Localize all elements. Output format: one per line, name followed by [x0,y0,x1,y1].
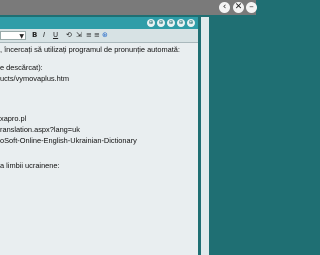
side-divider [201,17,209,255]
insert-icon[interactable]: ⊛ [102,31,108,40]
underline-button[interactable]: U [53,31,58,40]
back-icon[interactable]: ‹ [219,2,230,13]
header-icon-1[interactable]: ⊕ [147,19,155,27]
text-line: ucts/vymovaplus.htm [0,74,70,83]
text-line: a limbii ucrainene: [0,161,60,170]
top-bar: ‹ ✕ – [0,0,257,15]
text-line: oSoft-Online-English-Ukrainian-Dictionar… [0,136,137,145]
close-icon[interactable]: ✕ [233,2,244,13]
header-icon-3[interactable]: ⊕ [167,19,175,27]
chevron-down-icon: ▼ [19,33,24,40]
panel-header: ⊕ ⊕ ⊕ ⊕ ⊕ [0,17,198,29]
text-line: ranslation.aspx?lang=uk [0,125,80,134]
font-select[interactable]: ▼ [0,31,26,40]
header-icon-4[interactable]: ⊕ [177,19,185,27]
link-icon[interactable]: ⟲ [66,31,72,40]
minimize-icon[interactable]: – [246,2,257,13]
bold-button[interactable]: B [32,31,37,40]
editor-content[interactable]: , încercați să utilizați programul de pr… [0,43,198,255]
format-toolbar: ▼ B I U ⟲ ⇲ ≡ ≡ ⊛ [0,29,198,43]
align-icon[interactable]: ≡ [94,31,100,40]
text-line: , încercați să utilizați programul de pr… [0,45,180,54]
list-icon[interactable]: ≡ [86,31,92,40]
header-icon-2[interactable]: ⊕ [157,19,165,27]
image-icon[interactable]: ⇲ [76,31,82,40]
editor-panel: ⊕ ⊕ ⊕ ⊕ ⊕ ▼ B I U ⟲ ⇲ ≡ ≡ ⊛ , încercați … [0,17,198,255]
header-icon-5[interactable]: ⊕ [187,19,195,27]
text-line: xapro.pl [0,114,27,123]
italic-button[interactable]: I [43,31,45,40]
text-line: e descărcat): [0,63,43,72]
